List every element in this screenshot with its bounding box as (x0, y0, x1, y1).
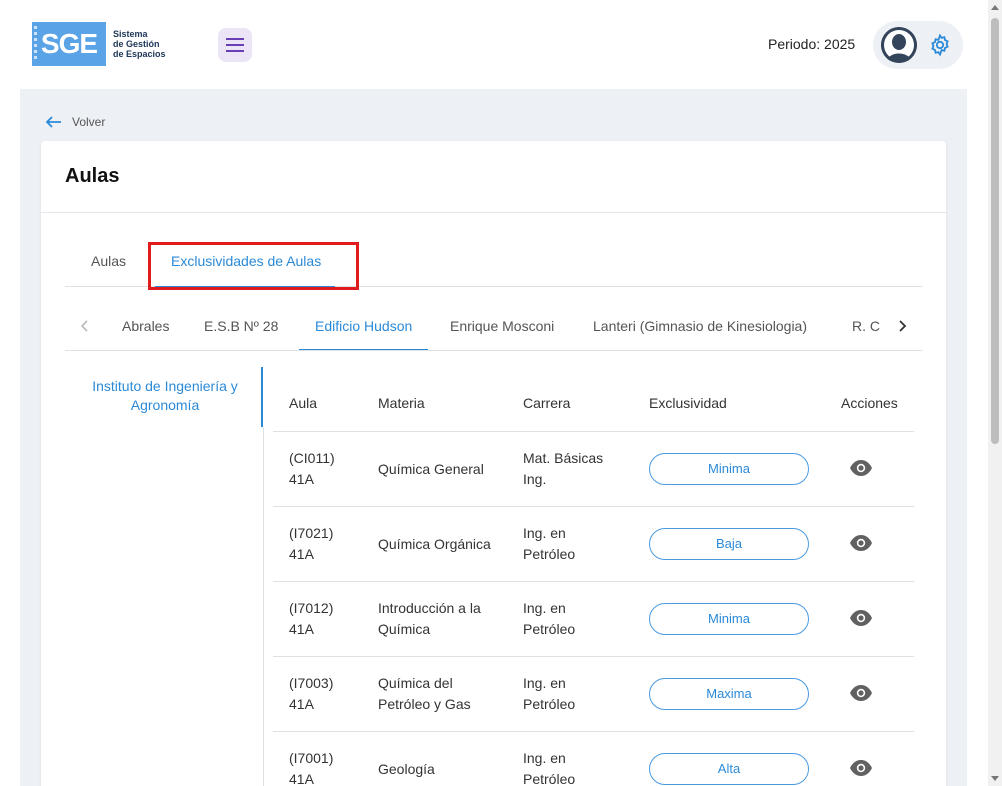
side-divider (263, 427, 264, 786)
eye-icon[interactable] (849, 533, 873, 553)
cell-aula: (I7003) 41A (289, 675, 334, 712)
highlight-annotation (148, 242, 359, 290)
cell-carrera: Ing. en Petróleo (523, 675, 576, 712)
eye-icon[interactable] (849, 458, 873, 478)
cell-aula: (CI011) 41A (289, 450, 335, 487)
menu-icon (226, 38, 244, 52)
side-item-instituto[interactable]: Instituto de Ingeniería y Agronomía (65, 367, 265, 415)
cell-materia: Introducción a la Química (378, 600, 481, 637)
back-link[interactable]: Volver (46, 115, 105, 129)
header-aula: Aula (289, 395, 318, 411)
cell-aula: (I7012) 41A (289, 600, 334, 637)
building-tab-hudson[interactable]: Edificio Hudson (298, 301, 429, 350)
eye-icon[interactable] (849, 683, 873, 703)
building-tab-mosconi[interactable]: Enrique Mosconi (450, 301, 554, 350)
eye-icon[interactable] (849, 608, 873, 628)
exclusividad-button[interactable]: Maxima (649, 678, 809, 710)
building-tabs: Abrales E.S.B Nº 28 Edificio Hudson Enri… (65, 301, 922, 351)
building-tab-rc[interactable]: R. C (852, 301, 883, 350)
header-exclusividad: Exclusividad (649, 395, 727, 411)
exclusividad-button[interactable]: Minima (649, 453, 809, 485)
logo-mark: SGE (32, 22, 106, 66)
cell-carrera: Ing. en Petróleo (523, 525, 576, 562)
page-title: Aulas (65, 165, 120, 187)
header-carrera: Carrera (523, 395, 571, 411)
hamburger-menu-button[interactable] (218, 28, 252, 62)
header-materia: Materia (378, 395, 425, 411)
cell-materia: Química Orgánica (378, 536, 491, 552)
chevron-left-icon[interactable] (77, 316, 93, 336)
side-active-indicator (261, 367, 263, 427)
avatar[interactable] (881, 27, 917, 63)
scroll-up-arrow[interactable] (991, 5, 999, 10)
eye-icon[interactable] (849, 758, 873, 778)
table-row: (I7001) 41A Geología Ing. en Petróleo Alta (273, 732, 914, 786)
table-row: (CI011) 41A Química General Mat. Básicas Ing… (273, 432, 914, 507)
chevron-right-icon[interactable] (894, 316, 910, 336)
gear-icon[interactable] (928, 33, 952, 57)
scroll-down-arrow[interactable] (991, 776, 999, 781)
page-scrollbar[interactable] (988, 0, 1002, 786)
sge-logo[interactable]: SGE Sistema de Gestión de Espacios (32, 22, 166, 66)
building-tab-abrales[interactable]: Abrales (122, 301, 169, 350)
cell-carrera: Ing. en Petróleo (523, 600, 576, 637)
table-row: (I7012) 41A Introducción a la Química Ing. e… (273, 582, 914, 657)
table-row: (I7003) 41A Química del Petróleo y Gas Ing. … (273, 657, 914, 732)
building-tab-lanteri[interactable]: Lanteri (Gimnasio de Kinesiologia) (593, 301, 807, 350)
side-nav: Instituto de Ingeniería y Agronomía (65, 367, 265, 415)
aulas-card: Aulas Aulas Exclusividades de Aulas Abra… (41, 141, 946, 786)
cell-aula: (I7001) 41A (289, 750, 334, 786)
cell-carrera: Ing. en Petróleo (523, 750, 576, 786)
logo-text: Sistema de Gestión de Espacios (113, 29, 166, 59)
header-acciones: Acciones (841, 395, 898, 411)
exclusividad-button[interactable]: Alta (649, 753, 809, 785)
cell-materia: Química del Petróleo y Gas (378, 675, 471, 712)
building-tab-esb28[interactable]: E.S.B Nº 28 (204, 301, 278, 350)
scroll-thumb[interactable] (991, 18, 999, 444)
user-menu[interactable] (873, 21, 963, 69)
periodo-label: Periodo: 2025 (768, 36, 856, 52)
cell-materia: Geología (378, 761, 435, 777)
tab-aulas[interactable]: Aulas (91, 241, 126, 287)
back-label: Volver (72, 115, 106, 129)
exclusividad-button[interactable]: Minima (649, 603, 809, 635)
arrow-left-icon (46, 116, 61, 128)
cell-materia: Química General (378, 461, 484, 477)
cell-carrera: Mat. Básicas Ing. (523, 450, 604, 487)
user-icon (881, 27, 917, 63)
app-header: SGE Sistema de Gestión de Espacios Perio… (0, 0, 988, 89)
cell-aula: (I7021) 41A (289, 525, 334, 562)
title-divider (41, 212, 946, 213)
table-row: (I7021) 41A Química Orgánica Ing. en Petróle… (273, 507, 914, 582)
content-area: Volver Aulas Aulas Exclusividades de Aul… (20, 89, 967, 786)
exclusividad-button[interactable]: Baja (649, 528, 809, 560)
